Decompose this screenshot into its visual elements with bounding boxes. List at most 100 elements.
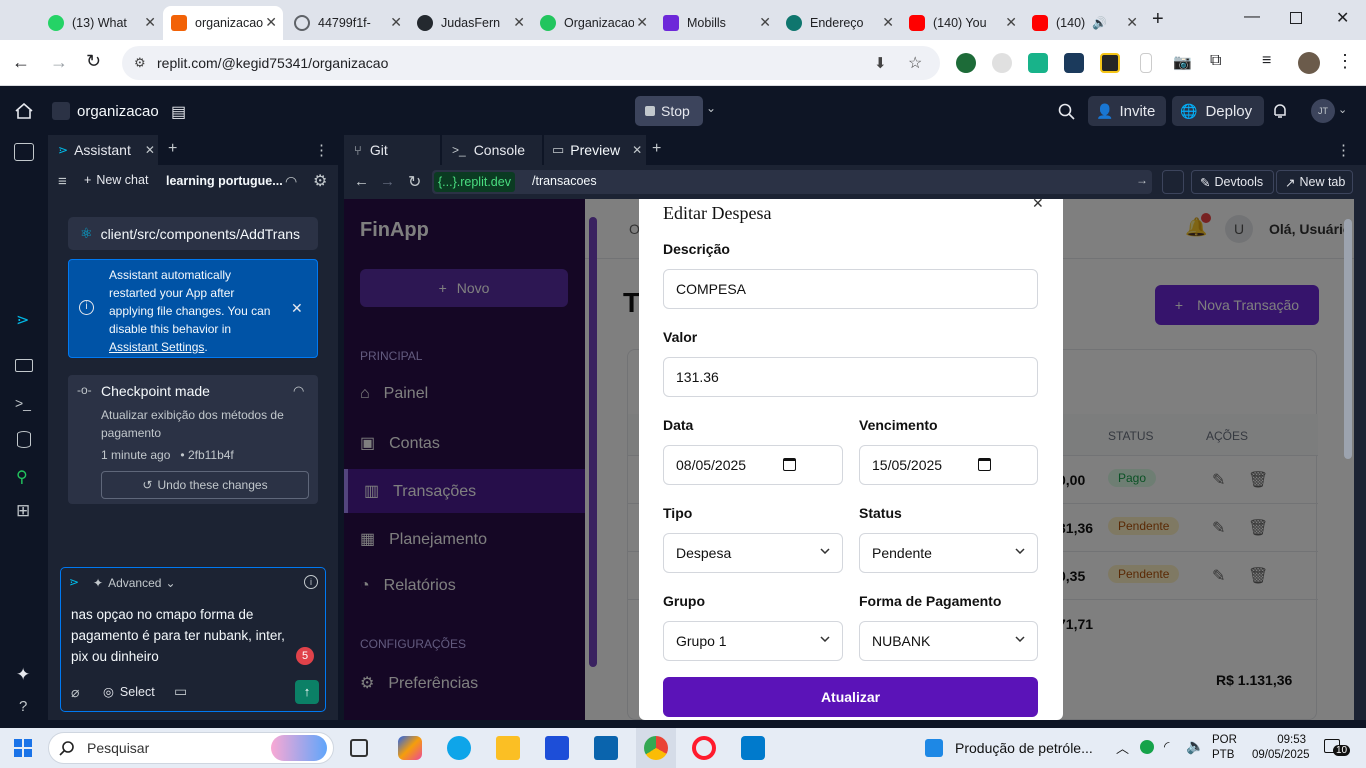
calendar-icon[interactable]	[978, 458, 991, 471]
chat-input-box[interactable]: ⋗ ✦ Advanced ⌄ i nas opçao no cmapo forma …	[60, 567, 326, 712]
database-icon[interactable]	[17, 431, 31, 448]
news-widget[interactable]: Produção de petróle...	[955, 740, 1093, 756]
language-indicator[interactable]: POR PTB	[1212, 733, 1237, 763]
extensions-puzzle-icon[interactable]: ⧉	[1210, 52, 1221, 70]
close-icon[interactable]: ✕	[632, 143, 642, 157]
edge-icon[interactable]	[447, 736, 471, 760]
help-icon[interactable]: ?	[19, 698, 27, 715]
deployments-icon[interactable]: ⚲	[16, 467, 28, 487]
tab-git[interactable]: ⑂ Git	[344, 135, 440, 165]
close-icon[interactable]: ✕	[513, 14, 525, 31]
sparkle-icon[interactable]: ✦	[16, 665, 30, 685]
file-chip[interactable]: ⚛ client/src/components/AddTrans	[68, 217, 318, 250]
device-icon[interactable]	[1162, 170, 1184, 194]
amount-field[interactable]: 131.36	[663, 357, 1038, 397]
close-icon[interactable]: ✕	[1005, 14, 1017, 31]
task-view-icon[interactable]	[350, 739, 368, 757]
project-info-icon[interactable]: ▤	[171, 102, 186, 122]
file-explorer-icon[interactable]	[496, 736, 520, 760]
update-button[interactable]: Atualizar	[663, 677, 1038, 717]
more-icon[interactable]: ⋮	[314, 141, 329, 159]
history-icon[interactable]: ◠	[285, 173, 297, 190]
shell-icon[interactable]: >_	[15, 395, 31, 411]
install-icon[interactable]: ⬇	[874, 54, 887, 72]
close-window-icon[interactable]: ✕	[1336, 8, 1349, 28]
chat-title[interactable]: learning portugue...	[166, 174, 283, 188]
wifi-icon[interactable]: ◜	[1164, 738, 1169, 755]
vscode-icon[interactable]	[741, 736, 765, 760]
opera-icon[interactable]	[692, 736, 716, 760]
more-icon[interactable]: ⋮	[1336, 51, 1354, 72]
calendar-icon[interactable]	[783, 458, 796, 471]
browser-tab[interactable]: Endereço ✕	[778, 6, 900, 40]
sync-icon[interactable]	[1140, 740, 1154, 754]
close-icon[interactable]: ✕	[882, 14, 894, 31]
extension-icon[interactable]	[1028, 53, 1048, 73]
gauge-icon[interactable]: ◠	[293, 383, 304, 399]
stop-button[interactable]: Stop	[635, 96, 703, 126]
deploy-button[interactable]: 🌐 Deploy	[1172, 96, 1264, 126]
clock[interactable]: 09:53 09/05/2025	[1252, 733, 1310, 763]
folder-icon[interactable]: ▭	[174, 683, 187, 700]
due-date-field[interactable]: 15/05/2025	[859, 445, 1038, 485]
group-select[interactable]: Grupo 1	[663, 621, 843, 661]
gear-icon[interactable]: ⚙	[313, 171, 327, 191]
camera-icon[interactable]: 📷	[1173, 53, 1192, 71]
explorer-icon[interactable]	[14, 143, 34, 161]
close-icon[interactable]: ✕	[145, 143, 155, 157]
tab-console[interactable]: >_ Console	[442, 135, 542, 165]
extension-icon[interactable]	[956, 53, 976, 73]
extension-icon[interactable]	[1140, 53, 1152, 73]
payment-method-select[interactable]: NUBANK	[859, 621, 1038, 661]
copilot-icon[interactable]	[398, 736, 422, 760]
outlook-icon[interactable]	[594, 736, 618, 760]
close-icon[interactable]: ✕	[759, 14, 771, 31]
close-icon[interactable]: ✕	[1126, 14, 1138, 31]
spellcheck-badge[interactable]: 5	[296, 647, 314, 665]
send-button[interactable]: ↑	[295, 680, 319, 704]
preview-icon[interactable]	[15, 359, 33, 372]
browser-tab[interactable]: JudasFern ✕	[409, 6, 531, 40]
browser-tab[interactable]: Organizacao ✕	[532, 6, 654, 40]
chevron-down-icon[interactable]: ⌄	[1338, 103, 1347, 116]
devtools-button[interactable]: ✎ Devtools	[1191, 170, 1274, 194]
arrow-right-icon[interactable]: →	[1136, 173, 1148, 187]
taskbar-search[interactable]: Pesquisar	[48, 732, 334, 764]
extension-icon[interactable]	[1064, 53, 1084, 73]
add-tab-icon[interactable]: +	[652, 140, 661, 158]
new-tab-icon[interactable]: +	[1152, 8, 1164, 31]
browser-tab[interactable]: Mobills ✕	[655, 6, 777, 40]
avatar[interactable]: JT	[1311, 99, 1335, 123]
preview-url-input[interactable]: {...}.replit.dev /transacoes →	[432, 170, 1152, 194]
close-icon[interactable]: ✕	[636, 14, 648, 31]
profile-avatar[interactable]	[1298, 52, 1320, 74]
close-icon[interactable]: ✕	[291, 300, 303, 317]
mode-dropdown[interactable]: ✦ Advanced ⌄	[93, 576, 176, 590]
browser-tab[interactable]: (140) You ✕	[901, 6, 1023, 40]
back-icon[interactable]: ←	[354, 173, 369, 190]
maximize-icon[interactable]	[1290, 12, 1302, 24]
bookmark-star-icon[interactable]: ☆	[908, 53, 922, 73]
scrollbar[interactable]	[589, 217, 597, 667]
agent-icon[interactable]: ⋗	[16, 310, 29, 330]
news-widget-icon[interactable]	[925, 739, 943, 757]
close-icon[interactable]: ✕	[265, 14, 277, 31]
tab-assistant[interactable]: ⋗ Assistant ✕	[48, 135, 158, 165]
invite-button[interactable]: 👤 Invite	[1088, 96, 1166, 126]
description-field[interactable]: COMPESA	[663, 269, 1038, 309]
project-icon[interactable]	[52, 102, 70, 120]
all-tools-icon[interactable]: ⊞	[16, 501, 30, 521]
browser-tab[interactable]: (13) What ✕	[40, 6, 162, 40]
close-icon[interactable]: ✕	[144, 14, 156, 31]
date-field[interactable]: 08/05/2025	[663, 445, 843, 485]
info-icon[interactable]: i	[304, 575, 318, 589]
windows-start-icon[interactable]	[14, 739, 32, 757]
back-icon[interactable]: ←	[12, 52, 30, 73]
forward-icon[interactable]: →	[380, 173, 395, 190]
reload-icon[interactable]: ↻	[408, 172, 421, 192]
extension-icon[interactable]	[1100, 53, 1120, 73]
home-icon[interactable]	[15, 103, 33, 119]
close-icon[interactable]: ✕	[1032, 199, 1044, 212]
project-name[interactable]: organizacao	[77, 103, 159, 120]
scrollbar[interactable]	[1344, 219, 1352, 459]
